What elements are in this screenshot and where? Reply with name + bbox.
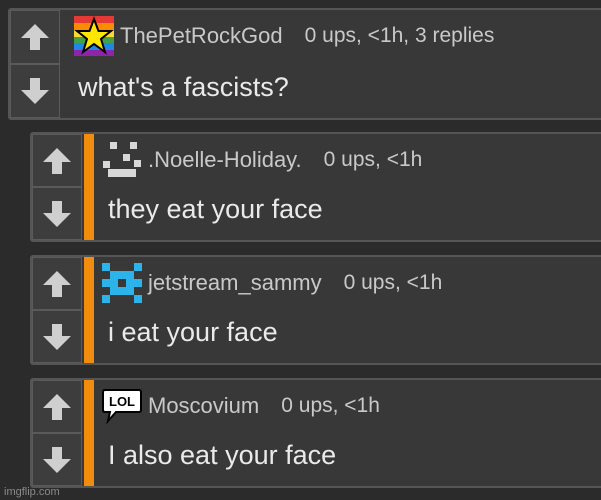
down-arrow-icon	[43, 446, 71, 473]
comment-header: .Noelle-Holiday. 0 ups, <1h	[102, 140, 422, 180]
downvote-button[interactable]	[10, 64, 60, 118]
down-arrow-icon	[43, 200, 71, 227]
comment-meta: 0 ups, <1h	[281, 394, 380, 417]
rainbow-star-avatar[interactable]	[74, 16, 114, 56]
reply-accent-bar	[84, 380, 94, 486]
comment-header: jetstream_sammy 0 ups, <1h	[102, 263, 442, 303]
up-arrow-icon	[43, 270, 71, 297]
upvote-button[interactable]	[32, 134, 82, 187]
downvote-button[interactable]	[32, 433, 82, 486]
upvote-button[interactable]	[32, 257, 82, 310]
lol-speech-bubble-avatar[interactable]: LOL	[102, 386, 142, 426]
reply-accent-bar	[84, 257, 94, 363]
comment-header: LOL Moscovium 0 ups, <1h	[102, 386, 380, 426]
comment-reply: jetstream_sammy 0 ups, <1h i eat your fa…	[30, 255, 601, 365]
vote-column	[32, 380, 82, 486]
reply-accent-bar	[84, 134, 94, 240]
upvote-button[interactable]	[10, 10, 60, 64]
vote-column	[32, 134, 82, 240]
pixel-face-avatar[interactable]	[102, 140, 142, 180]
username-link[interactable]: Moscovium	[148, 393, 259, 419]
comment-thread: { "comments": [ { "username": "ThePetRoc…	[0, 0, 601, 500]
up-arrow-icon	[21, 24, 49, 50]
comment-text: I also eat your face	[108, 440, 337, 470]
downvote-button[interactable]	[32, 187, 82, 240]
username-link[interactable]: .Noelle-Holiday.	[148, 147, 302, 173]
upvote-button[interactable]	[32, 380, 82, 433]
downvote-button[interactable]	[32, 310, 82, 363]
comment-header: ThePetRockGod 0 ups, <1h, 3 replies	[74, 16, 494, 56]
username-link[interactable]: ThePetRockGod	[120, 23, 283, 49]
comment-meta: 0 ups, <1h	[343, 271, 443, 294]
username-link[interactable]: jetstream_sammy	[148, 270, 322, 296]
svg-text:LOL: LOL	[109, 394, 135, 409]
comment-text: i eat your face	[108, 317, 278, 347]
imgflip-watermark: imgflip.com	[4, 486, 60, 498]
vote-column	[32, 257, 82, 363]
pixel-snowflake-avatar[interactable]	[102, 263, 142, 303]
up-arrow-icon	[43, 393, 71, 420]
comment-text: what's a fascists?	[78, 72, 289, 102]
down-arrow-icon	[21, 78, 49, 104]
down-arrow-icon	[43, 323, 71, 350]
comment-meta: 0 ups, <1h	[323, 148, 423, 171]
comment-meta: 0 ups, <1h, 3 replies	[304, 24, 495, 47]
comment-reply: .Noelle-Holiday. 0 ups, <1h they eat you…	[30, 132, 601, 242]
vote-column	[10, 10, 60, 118]
comment-reply: LOL Moscovium 0 ups, <1h I also eat your…	[30, 378, 601, 488]
comment-root: ThePetRockGod 0 ups, <1h, 3 replies what…	[8, 8, 601, 120]
comment-text: they eat your face	[108, 194, 323, 224]
up-arrow-icon	[43, 147, 71, 174]
